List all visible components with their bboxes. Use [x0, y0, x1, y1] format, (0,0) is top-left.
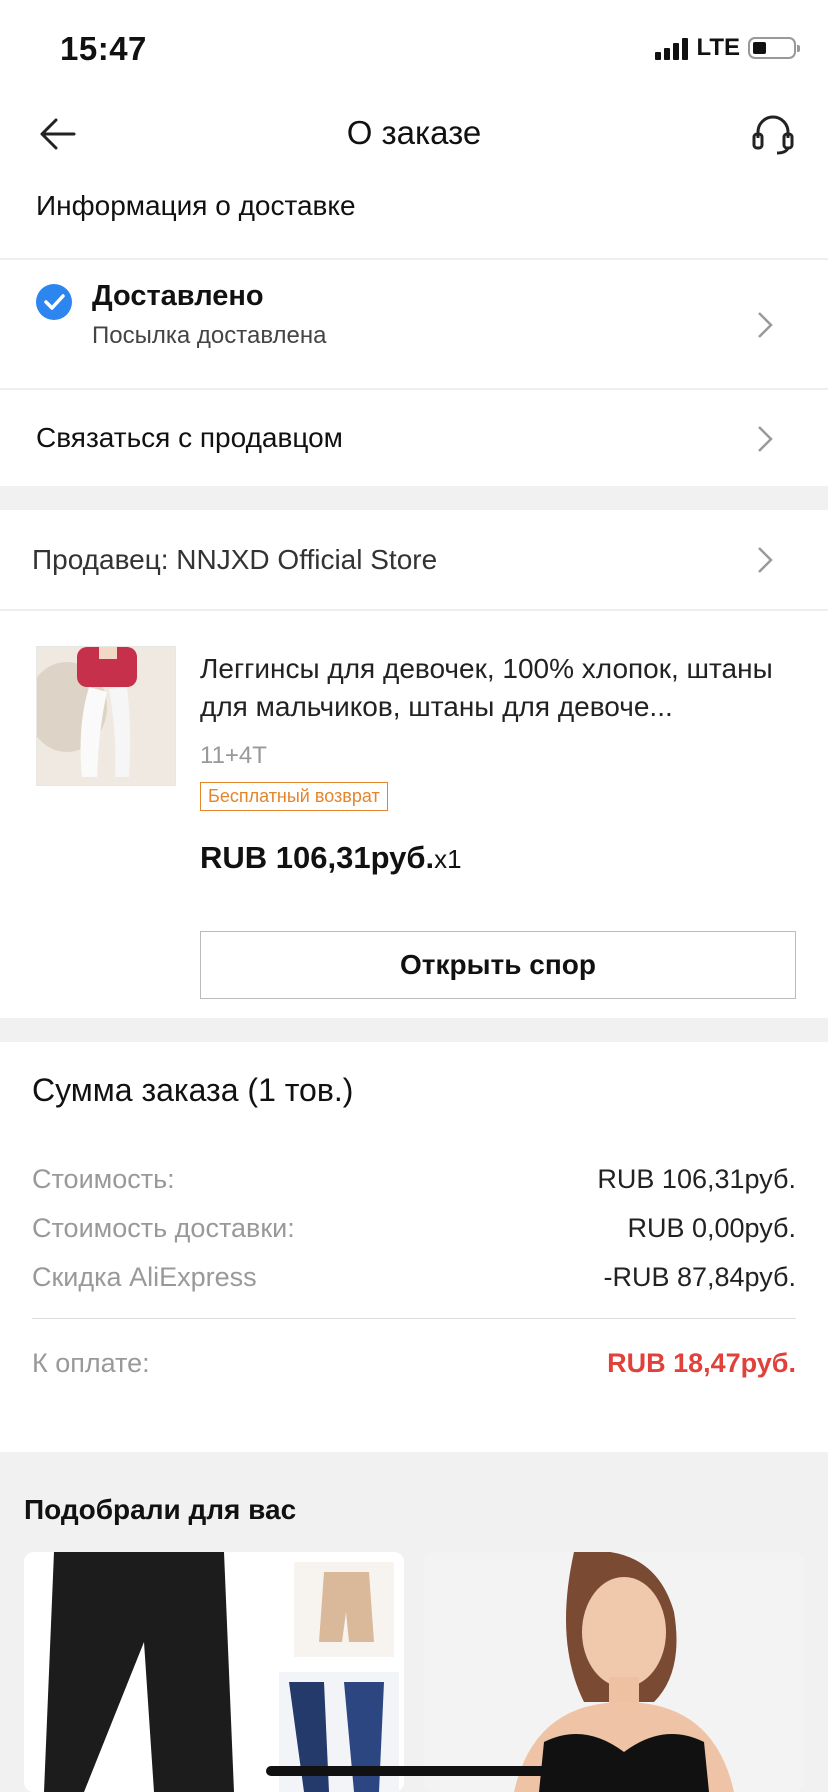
delivery-status-subtitle: Посылка доставлена [92, 322, 327, 349]
product-title[interactable]: Леггинсы для девочек, 100% хлопок, штаны… [200, 650, 800, 726]
status-time: 15:47 [60, 30, 147, 67]
delivery-section-title: Информация о доставке [36, 190, 356, 221]
shipping-label: Стоимость доставки: [32, 1213, 295, 1243]
order-summary-title: Сумма заказа (1 тов.) [32, 1072, 354, 1108]
discount-value: -RUB 87,84руб. [603, 1262, 796, 1292]
contact-seller-label: Связаться с продавцом [36, 422, 343, 453]
total-value: RUB 18,47руб. [607, 1348, 796, 1378]
section-separator [0, 486, 828, 510]
network-label: LTE [696, 34, 740, 61]
price-value: RUB 106,31руб. [200, 840, 435, 875]
page-title: О заказе [346, 114, 482, 151]
chevron-right-icon[interactable] [756, 545, 774, 575]
headset-icon[interactable] [750, 110, 796, 156]
subtotal-label: Стоимость: [32, 1164, 175, 1194]
battery-icon [748, 37, 800, 59]
nav-bar: О заказе [0, 100, 828, 194]
delivery-status-title: Доставлено [92, 280, 264, 312]
recommended-product-card[interactable] [424, 1552, 804, 1792]
product-image[interactable] [36, 646, 176, 786]
recommendations-title: Подобрали для вас [24, 1494, 297, 1525]
home-indicator [266, 1766, 562, 1776]
product-price: RUB 106,31руб.x1 [200, 840, 462, 876]
section-separator [0, 1018, 828, 1042]
shipping-value: RUB 0,00руб. [627, 1213, 796, 1243]
free-return-badge: Бесплатный возврат [200, 782, 388, 811]
chevron-right-icon[interactable] [756, 310, 774, 340]
divider [0, 609, 828, 611]
status-indicators: LTE [655, 34, 800, 62]
recommended-product-card[interactable] [24, 1552, 404, 1792]
product-quantity: x1 [434, 844, 462, 874]
subtotal-value: RUB 106,31руб. [597, 1164, 796, 1194]
status-bar: 15:47 LTE [0, 0, 828, 100]
seller-name: Продавец: NNJXD Official Store [32, 544, 438, 575]
discount-label: Скидка AliExpress [32, 1262, 257, 1292]
product-variant: 11+4T [200, 742, 267, 769]
total-label: К оплате: [32, 1348, 150, 1378]
checkmark-icon [36, 284, 72, 320]
open-dispute-button[interactable]: Открыть спор [200, 931, 796, 999]
signal-icon [655, 36, 689, 60]
chevron-right-icon[interactable] [756, 424, 774, 454]
divider [32, 1318, 796, 1319]
